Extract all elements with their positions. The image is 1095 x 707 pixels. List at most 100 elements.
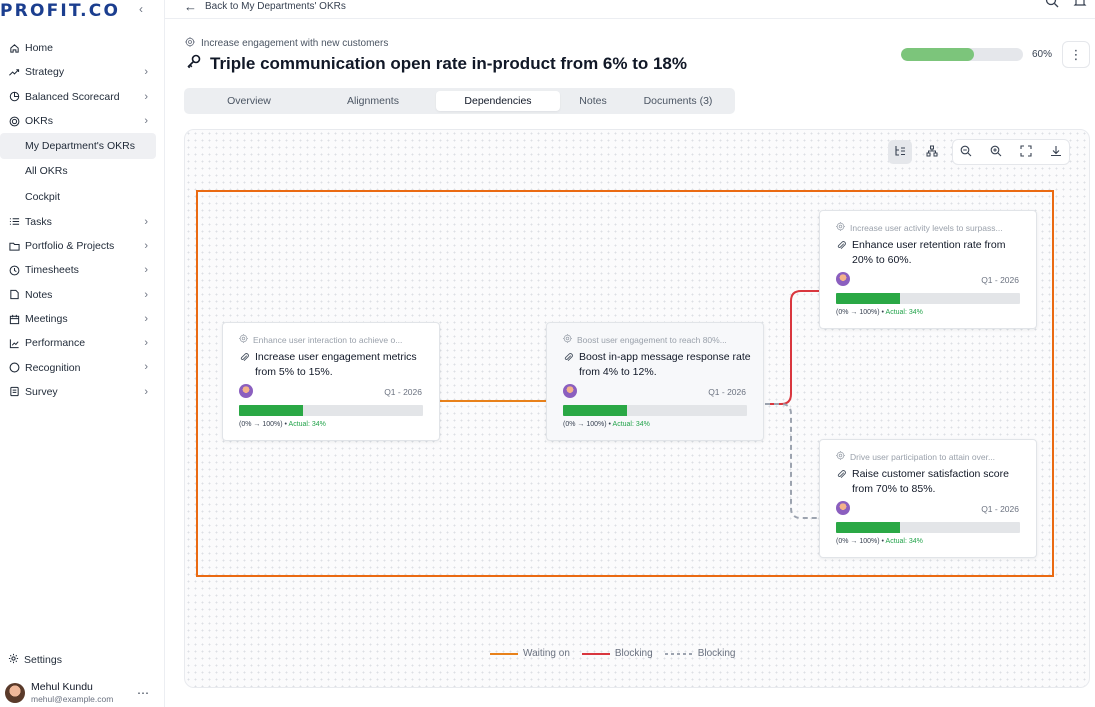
chevron-down-icon: › — [144, 114, 148, 127]
user-profile[interactable]: Mehul Kundu mehul@example.com — [5, 681, 113, 704]
user-more-button[interactable]: ⋯ — [137, 686, 150, 700]
home-icon — [8, 42, 20, 54]
card-key-result-label: Increase user engagement metrics from 5%… — [255, 351, 417, 378]
card-parent-objective: Increase user activity levels to surpass… — [836, 222, 1003, 233]
tab-alignments[interactable]: Alignments — [311, 91, 435, 111]
card-progress-fill — [563, 405, 628, 416]
sidebar-item-label: My Department's OKRs — [25, 139, 135, 152]
card-key-result-label: Raise customer satisfaction score from 7… — [852, 468, 1009, 495]
chevron-right-icon: › — [144, 215, 148, 228]
card-progress-fill — [239, 405, 304, 416]
chevron-right-icon: › — [144, 385, 148, 398]
objective-target-icon — [836, 222, 845, 233]
user-email: mehul@example.com — [31, 694, 114, 704]
sidebar-item-tasks[interactable]: Tasks › — [0, 210, 164, 234]
sidebar-item-strategy[interactable]: Strategy › — [0, 60, 164, 84]
dependency-card[interactable]: Boost user engagement to reach 80%... Bo… — [546, 322, 764, 441]
okr-progress-percent: 60% — [1032, 49, 1053, 60]
chevron-right-icon: › — [144, 264, 148, 277]
card-parent-label: Drive user participation to attain over.… — [850, 451, 996, 462]
dependency-card[interactable]: Increase user activity levels to surpass… — [819, 210, 1037, 329]
clock-icon — [8, 264, 20, 276]
paperclip-icon — [836, 240, 847, 268]
settings-label: Settings — [24, 654, 62, 666]
card-key-result-label: Enhance user retention rate from 20% to … — [852, 239, 1006, 266]
tab-dependencies[interactable]: Dependencies — [436, 91, 560, 111]
profit-logo[interactable]: PROFIT.CO — [0, 1, 120, 21]
card-actual: Actual: 34% — [885, 538, 923, 545]
folder-icon — [8, 240, 20, 252]
card-range-label: (0% → 100%) • — [836, 309, 886, 316]
sidebar-item-my-departments-okrs[interactable]: My Department's OKRs — [0, 133, 156, 159]
more-options-button[interactable]: ⋮ — [1062, 41, 1090, 68]
sidebar-item-timesheets[interactable]: Timesheets › — [0, 258, 164, 282]
sidebar-item-label: Balanced Scorecard — [25, 90, 120, 103]
sidebar-item-meetings[interactable]: Meetings › — [0, 307, 164, 331]
chart-icon — [8, 337, 20, 349]
dependency-card[interactable]: Enhance user interaction to achieve o...… — [222, 322, 440, 441]
paperclip-icon — [239, 352, 250, 380]
sidebar-item-label: Notes — [25, 288, 53, 301]
avatar — [563, 384, 577, 398]
chevron-right-icon: › — [144, 90, 148, 103]
sidebar-item-settings[interactable]: Settings — [8, 653, 62, 667]
sidebar-item-label: Home — [25, 42, 54, 55]
dependency-legend: Waiting on Blocking Blocking — [490, 648, 748, 659]
avatar — [836, 272, 850, 286]
collapse-sidebar-button[interactable]: ‹ — [139, 2, 143, 16]
chevron-right-icon: › — [144, 312, 148, 325]
back-link[interactable]: ← Back to My Departments' OKRs — [184, 0, 346, 14]
card-actual: Actual: 34% — [885, 309, 923, 316]
strategy-icon — [8, 66, 20, 78]
tab-overview[interactable]: Overview — [187, 91, 311, 111]
dependency-card[interactable]: Drive user participation to attain over.… — [819, 439, 1037, 558]
sidebar-item-okrs[interactable]: OKRs › — [0, 109, 164, 133]
sidebar-item-portfolio-projects[interactable]: Portfolio & Projects › — [0, 234, 164, 258]
card-actual: Actual: 34% — [288, 421, 326, 428]
sidebar-item-home[interactable]: Home — [0, 36, 164, 60]
sidebar-item-label: OKRs — [25, 115, 54, 128]
parent-objective[interactable]: Increase engagement with new customers — [185, 37, 388, 50]
chevron-right-icon: › — [144, 239, 148, 252]
page-title: Triple communication open rate in-produc… — [186, 53, 687, 74]
back-label: Back to My Departments' OKRs — [205, 1, 346, 12]
blocking-link — [765, 290, 819, 405]
sidebar-item-cockpit[interactable]: Cockpit — [0, 184, 164, 210]
search-icon[interactable] — [1045, 0, 1059, 11]
sidebar-item-label: Recognition — [25, 361, 81, 374]
sidebar-item-label: Performance — [25, 337, 86, 350]
sidebar-item-label: Tasks — [25, 215, 52, 228]
okr-progress-bar — [901, 48, 1023, 61]
okr-progress-fill — [901, 48, 975, 61]
sidebar-item-recognition[interactable]: Recognition › — [0, 355, 164, 379]
sidebar-item-survey[interactable]: Survey › — [0, 380, 164, 404]
topbar-divider — [165, 18, 1095, 19]
user-name: Mehul Kundu — [31, 681, 93, 693]
card-range-label: (0% → 100%) • — [836, 538, 886, 545]
tab-notes[interactable]: Notes — [560, 91, 626, 111]
dependency-canvas[interactable]: Enhance user interaction to achieve o...… — [184, 129, 1090, 688]
sidebar-item-label: Cockpit — [25, 190, 61, 203]
avatar — [5, 682, 25, 703]
circle-icon — [8, 362, 20, 374]
card-key-result-label: Boost in-app message response rate from … — [579, 351, 751, 378]
sidebar-item-performance[interactable]: Performance › — [0, 331, 164, 355]
key-result-icon — [186, 53, 202, 74]
chevron-right-icon: › — [144, 288, 148, 301]
legend-line — [490, 652, 518, 655]
sidebar-item-all-okrs[interactable]: All OKRs — [0, 159, 164, 185]
card-range: (0% → 100%) • Actual: 34% — [836, 538, 923, 545]
tasks-icon — [8, 216, 20, 228]
card-period: Q1 - 2026 — [384, 387, 422, 397]
card-parent-objective: Boost user engagement to reach 80%... — [563, 334, 727, 345]
chevron-right-icon: › — [144, 66, 148, 79]
legend-blocking: Blocking — [581, 648, 653, 659]
sidebar-item-label: All OKRs — [25, 165, 68, 178]
card-progress-bar — [836, 293, 1020, 304]
bell-icon[interactable] — [1073, 0, 1087, 11]
card-progress-bar — [836, 522, 1020, 533]
sidebar-item-balanced-scorecard[interactable]: Balanced Scorecard › — [0, 85, 164, 109]
card-parent-label: Boost user engagement to reach 80%... — [577, 334, 727, 345]
tab-documents[interactable]: Documents (3) — [626, 91, 730, 111]
sidebar-item-notes[interactable]: Notes › — [0, 283, 164, 307]
